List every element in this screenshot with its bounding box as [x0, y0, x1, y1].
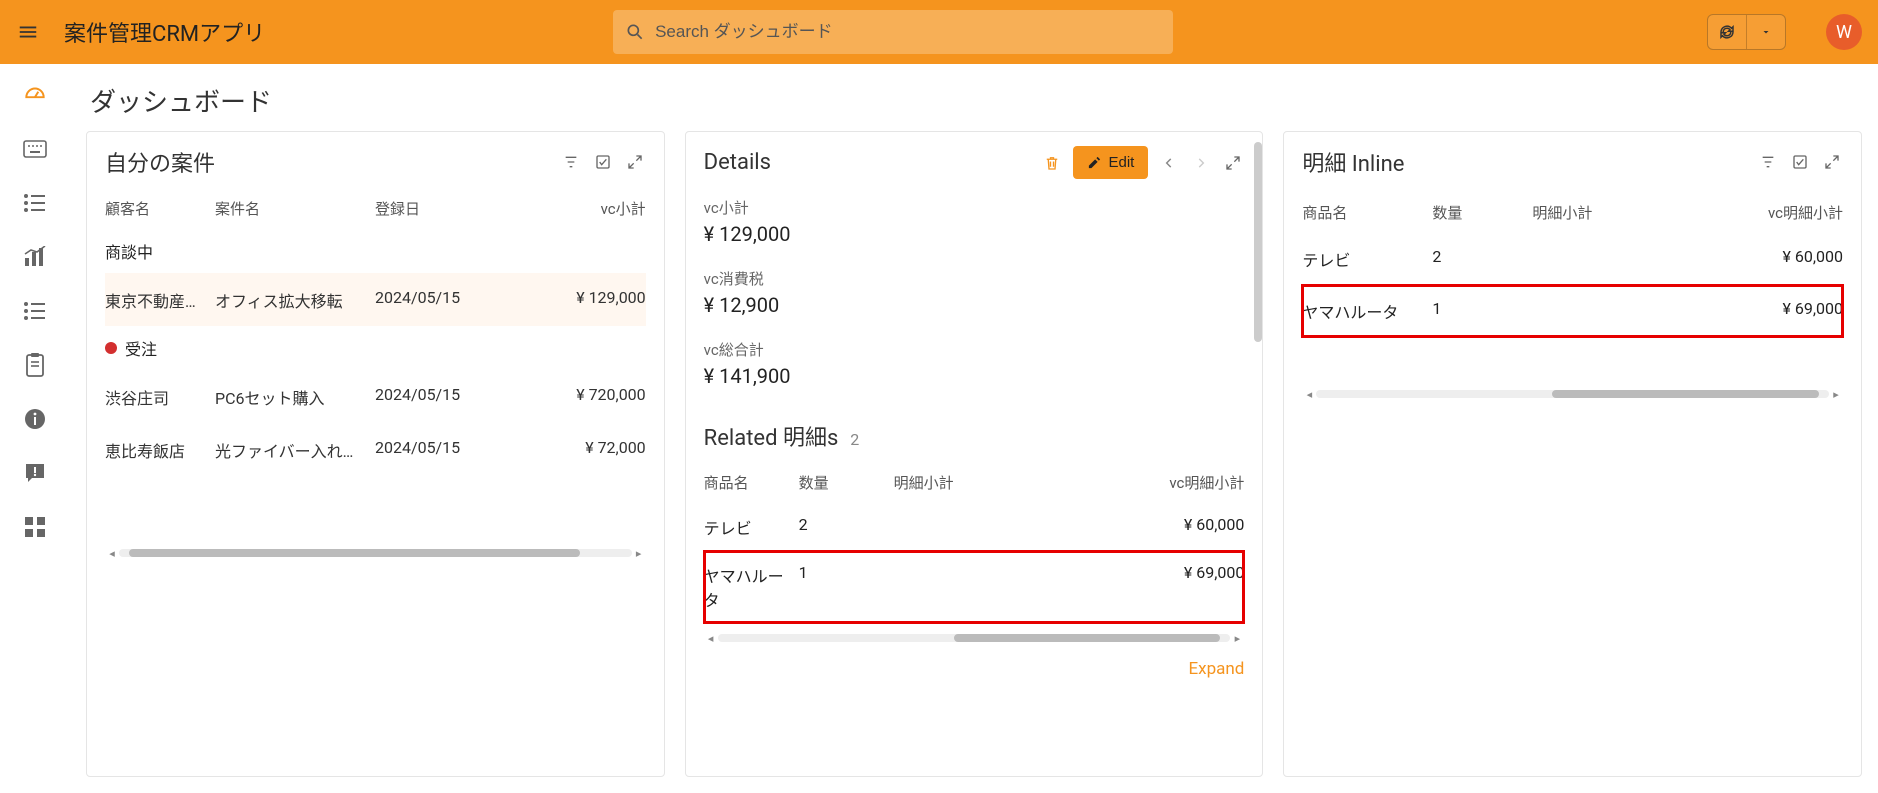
- sync-button[interactable]: [1708, 15, 1746, 49]
- panel-my-cases-title: 自分の案件: [105, 146, 550, 178]
- horizontal-scrollbar[interactable]: ◂ ▸: [105, 546, 646, 560]
- kv-value: ¥ 141,900: [704, 364, 1245, 388]
- checkbox-icon[interactable]: [592, 151, 614, 173]
- sync-button-group: [1707, 14, 1786, 50]
- edit-icon: [1087, 155, 1102, 170]
- filter-icon[interactable]: [1757, 151, 1779, 173]
- table-row[interactable]: 恵比寿飯店 光ファイバー入れ… 2024/05/15 ¥ 72,000: [105, 423, 646, 476]
- edit-button[interactable]: Edit: [1073, 146, 1148, 179]
- apps-icon[interactable]: [22, 514, 48, 540]
- search-input[interactable]: [655, 22, 1161, 42]
- scroll-right-icon[interactable]: ▸: [1829, 388, 1843, 401]
- status-label: 商談中: [105, 239, 153, 263]
- dashboard-icon[interactable]: [22, 82, 48, 108]
- feedback-icon[interactable]: [22, 460, 48, 486]
- inline-row[interactable]: ヤマハルータ 1 ¥ 69,000: [1302, 285, 1843, 337]
- scroll-left-icon[interactable]: ◂: [105, 547, 119, 560]
- chart-icon[interactable]: [22, 244, 48, 270]
- scroll-right-icon[interactable]: ▸: [1230, 632, 1244, 645]
- search-field[interactable]: [613, 10, 1173, 54]
- hamburger-icon[interactable]: [16, 20, 40, 44]
- horizontal-scrollbar[interactable]: ◂ ▸: [1302, 387, 1843, 401]
- related-count: 2: [850, 430, 859, 449]
- status-group[interactable]: 受注: [105, 326, 646, 370]
- kv-label: vc総合計: [704, 339, 1245, 360]
- kv-value: ¥ 12,900: [704, 293, 1245, 317]
- col-customer: 顧客名: [105, 198, 215, 219]
- related-title: Related 明細s: [704, 420, 839, 452]
- sync-dropdown[interactable]: [1747, 15, 1785, 49]
- kv-label: vc小計: [704, 197, 1245, 218]
- scroll-left-icon[interactable]: ◂: [704, 632, 718, 645]
- left-nav-rail: [0, 64, 70, 793]
- col-subtotal: vc小計: [505, 198, 646, 219]
- horizontal-scrollbar[interactable]: ◂ ▸: [704, 631, 1245, 645]
- scroll-right-icon[interactable]: ▸: [632, 547, 646, 560]
- inline-row[interactable]: テレビ 2 ¥ 60,000: [1302, 233, 1843, 285]
- panel-inline-title: 明細 Inline: [1302, 146, 1747, 178]
- related-table-header: 商品名 数量 明細小計 vc明細小計: [704, 458, 1245, 503]
- checkbox-icon[interactable]: [1789, 151, 1811, 173]
- page-title: ダッシュボード: [90, 82, 272, 119]
- filter-icon[interactable]: [560, 151, 582, 173]
- app-title: 案件管理CRMアプリ: [64, 16, 265, 48]
- col-case: 案件名: [215, 198, 375, 219]
- kv-label: vc消費税: [704, 268, 1245, 289]
- delete-icon[interactable]: [1041, 152, 1063, 174]
- col-regdate: 登録日: [375, 198, 505, 219]
- panel-inline: 明細 Inline 商品名 数量 明細小計 vc明細小計 テレビ 2: [1283, 131, 1862, 777]
- list-icon[interactable]: [22, 190, 48, 216]
- info-icon[interactable]: [22, 406, 48, 432]
- scroll-left-icon[interactable]: ◂: [1302, 388, 1316, 401]
- expand-icon[interactable]: [1821, 151, 1843, 173]
- list2-icon[interactable]: [22, 298, 48, 324]
- expand-icon[interactable]: [1222, 152, 1244, 174]
- inline-table-header: 商品名 数量 明細小計 vc明細小計: [1302, 188, 1843, 233]
- table-header: 顧客名 案件名 登録日 vc小計: [105, 188, 646, 229]
- expand-icon[interactable]: [624, 151, 646, 173]
- next-icon[interactable]: [1190, 152, 1212, 174]
- panel-details-title: Details: [704, 150, 1032, 175]
- expand-link[interactable]: Expand: [704, 645, 1245, 685]
- related-row[interactable]: ヤマハルータ 1 ¥ 69,000: [704, 551, 1245, 623]
- table-row[interactable]: 渋谷庄司 PC6セット購入 2024/05/15 ¥ 720,000: [105, 370, 646, 423]
- vertical-scrollbar[interactable]: [1252, 132, 1262, 776]
- clipboard-icon[interactable]: [22, 352, 48, 378]
- keyboard-icon[interactable]: [22, 136, 48, 162]
- app-header: 案件管理CRMアプリ W: [0, 0, 1878, 64]
- status-group[interactable]: 商談中: [105, 229, 646, 273]
- panel-details: Details Edit vc小計 ¥ 129,000: [685, 131, 1264, 777]
- table-row[interactable]: 東京不動産… オフィス拡大移転 2024/05/15 ¥ 129,000: [105, 273, 646, 326]
- status-dot-icon: [105, 342, 117, 354]
- prev-icon[interactable]: [1158, 152, 1180, 174]
- related-row[interactable]: テレビ 2 ¥ 60,000: [704, 503, 1245, 551]
- avatar[interactable]: W: [1826, 14, 1862, 50]
- search-icon: [625, 22, 645, 42]
- panel-my-cases: 自分の案件 顧客名 案件名 登録日 vc小計 商談中: [86, 131, 665, 777]
- status-label: 受注: [125, 336, 157, 360]
- kv-value: ¥ 129,000: [704, 222, 1245, 246]
